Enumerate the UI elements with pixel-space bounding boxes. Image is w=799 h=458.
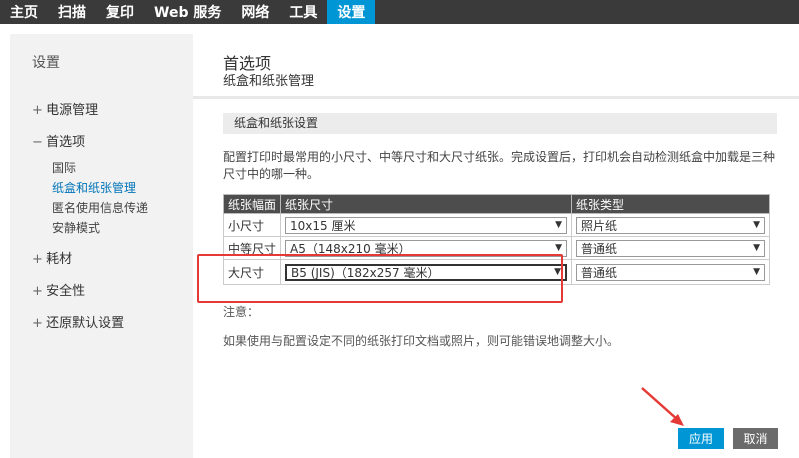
description-text: 配置打印时最常用的小尺寸、中等尺寸和大尺寸纸张。完成设置后，打印机会自动检测纸盒… — [223, 150, 776, 181]
tab-home[interactable]: 主页 — [0, 0, 48, 24]
paper-format-label: 小尺寸 — [222, 213, 282, 237]
sidebar-item-label: 安全性 — [46, 284, 86, 299]
sidebar-item-restore-defaults[interactable]: + 还原默认设置 — [32, 312, 124, 331]
sidebar-subitem-tray-paper-management[interactable]: 纸盒和纸张管理 — [52, 179, 136, 196]
paper-size-select[interactable]: 10x15 厘米 ▼ — [285, 216, 568, 234]
column-header: 纸张尺寸 — [280, 194, 573, 214]
top-nav: 主页 扫描 复印 Web 服务 网络 工具 设置 — [0, 0, 799, 24]
sidebar-item-label: 首选项 — [46, 135, 86, 150]
selected-value: 普通纸 — [581, 265, 618, 280]
section-header: 纸盒和纸张设置 — [223, 113, 777, 134]
sidebar: 设置 + 电源管理 − 首选项 国际 纸盒和纸张管理 匿名使用信息传递 安静模式… — [10, 34, 193, 458]
sidebar-title: 设置 — [32, 55, 60, 71]
tab-tools[interactable]: 工具 — [279, 0, 327, 24]
divider — [193, 96, 799, 99]
expand-plus-icon: + — [32, 103, 43, 118]
tab-settings[interactable]: 设置 — [327, 0, 376, 24]
chevron-down-icon: ▼ — [753, 220, 760, 230]
sidebar-subitem-international[interactable]: 国际 — [52, 159, 76, 176]
pointer-arrow-icon — [641, 387, 684, 426]
chevron-down-icon: ▼ — [753, 267, 760, 277]
note-text: 如果使用与配置设定不同的纸张打印文档或照片，则可能错误地调整大小。 — [223, 334, 620, 348]
tab-scan[interactable]: 扫描 — [48, 0, 96, 24]
chevron-down-icon: ▼ — [555, 243, 563, 253]
sidebar-item-label: 耗材 — [46, 252, 73, 267]
main-content: 首选项 纸盒和纸张管理 纸盒和纸张设置 配置打印时最常用的小尺寸、中等尺寸和大尺… — [193, 34, 799, 458]
tab-copy[interactable]: 复印 — [96, 0, 144, 24]
sidebar-item-preferences[interactable]: − 首选项 — [32, 131, 85, 150]
sidebar-item-supplies[interactable]: + 耗材 — [32, 248, 72, 267]
page-subtitle: 纸盒和纸张管理 — [223, 74, 315, 89]
apply-button[interactable]: 应用 — [678, 428, 724, 449]
expand-plus-icon: + — [32, 284, 43, 299]
table-row: 小尺寸 10x15 厘米 ▼ 照片纸 ▼ — [222, 213, 770, 237]
tab-network[interactable]: 网络 — [231, 0, 279, 24]
chevron-down-icon: ▼ — [555, 220, 563, 230]
chevron-down-icon: ▼ — [753, 243, 760, 253]
highlight-rectangle — [197, 254, 563, 303]
column-header: 纸张类型 — [571, 194, 770, 214]
collapse-minus-icon: − — [32, 135, 43, 150]
expand-plus-icon: + — [32, 252, 43, 267]
expand-plus-icon: + — [32, 316, 43, 331]
paper-type-select[interactable]: 普通纸 ▼ — [576, 239, 765, 257]
cancel-button[interactable]: 取消 — [733, 428, 778, 449]
tab-web-services[interactable]: Web 服务 — [144, 0, 231, 24]
sidebar-item-power-management[interactable]: + 电源管理 — [32, 99, 98, 118]
sidebar-item-security[interactable]: + 安全性 — [32, 280, 85, 299]
paper-type-select[interactable]: 照片纸 ▼ — [576, 216, 765, 234]
paper-type-select[interactable]: 普通纸 ▼ — [576, 263, 765, 281]
sidebar-subitem-quiet-mode[interactable]: 安静模式 — [52, 219, 100, 236]
column-header: 纸张幅面 — [222, 194, 282, 214]
sidebar-item-label: 电源管理 — [46, 103, 99, 118]
selected-value: 普通纸 — [581, 241, 618, 256]
note-label: 注意： — [223, 305, 260, 319]
selected-value: 照片纸 — [581, 218, 618, 233]
selected-value: 10x15 厘米 — [290, 218, 356, 233]
sidebar-item-label: 还原默认设置 — [46, 316, 125, 331]
sidebar-subitem-anonymous-usage[interactable]: 匿名使用信息传递 — [52, 199, 148, 216]
